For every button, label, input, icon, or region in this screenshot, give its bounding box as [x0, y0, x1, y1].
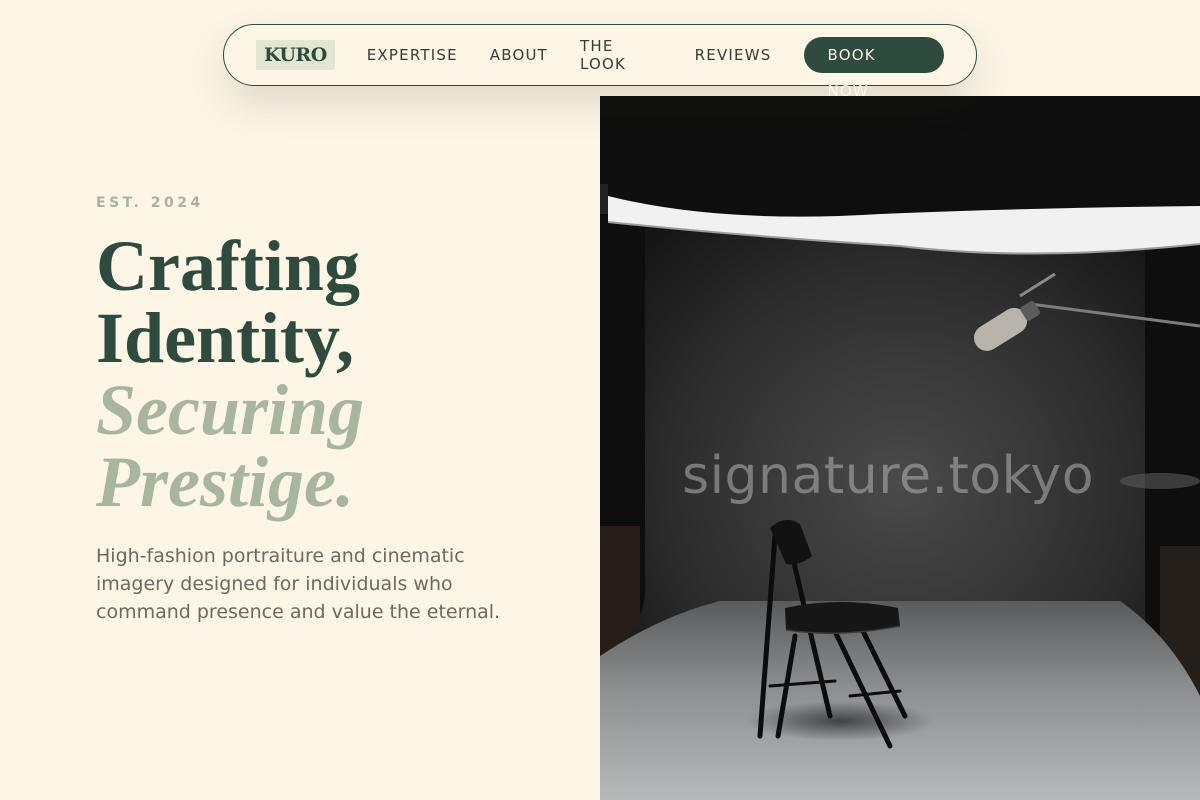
- headline-accent-2: Prestige.: [96, 442, 354, 522]
- headline-accent-1: Securing: [96, 370, 365, 450]
- top-navigation: KURO EXPERTISE ABOUT THE LOOK REVIEWS BO…: [223, 24, 977, 100]
- nav-link-about[interactable]: ABOUT: [490, 46, 548, 64]
- watermark-text: signature.tokyo: [682, 446, 1095, 506]
- nav-link-expertise[interactable]: EXPERTISE: [367, 46, 458, 64]
- nav-link-the-look[interactable]: THE LOOK: [580, 37, 663, 73]
- hero-headline: Crafting Identity, Securing Prestige.: [96, 230, 364, 518]
- book-now-button[interactable]: BOOK NOW: [803, 37, 944, 100]
- established-label: EST. 2024: [96, 195, 204, 211]
- hero-description: High-fashion portraiture and cinematic i…: [96, 545, 501, 623]
- headline-line-2: Identity,: [96, 298, 355, 378]
- headline-line-1: Crafting: [96, 226, 360, 306]
- studio-chair-photo: signature.tokyo: [600, 96, 1200, 800]
- logo[interactable]: KURO: [256, 40, 335, 70]
- nav-link-reviews[interactable]: REVIEWS: [695, 46, 772, 64]
